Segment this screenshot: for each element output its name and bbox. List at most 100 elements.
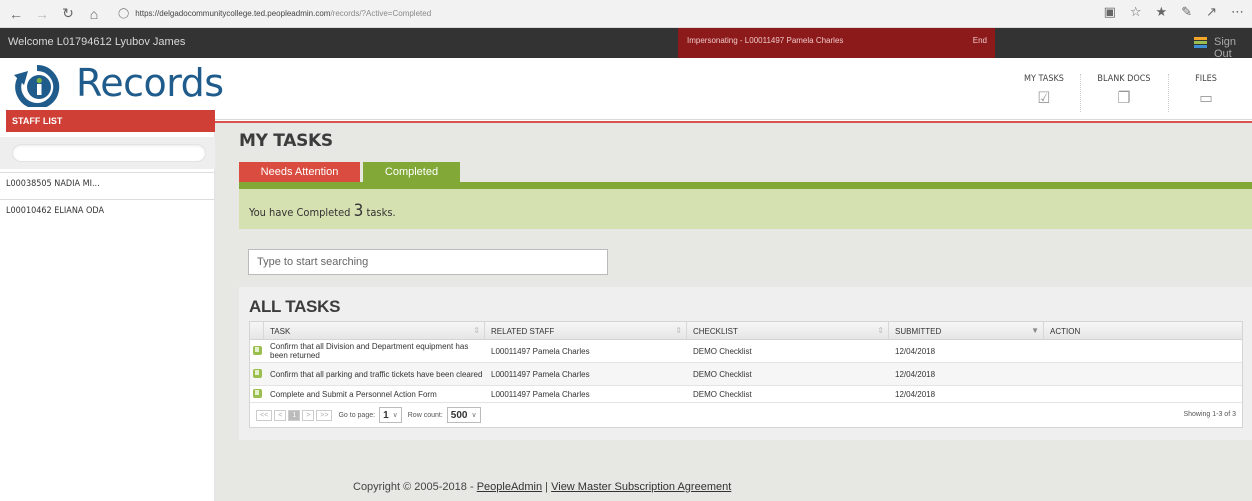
impersonating-text: Impersonating - L00011497 Pamela Charles [687,36,844,45]
checklist-name: DEMO Checklist [693,389,752,399]
reading-view-icon[interactable]: ▣ [1104,4,1116,20]
all-tasks-panel: ALL TASKS TASK ⇕ RELATED STAFF ⇕ CHECKLIST… [239,287,1252,440]
sort-icon: ⇕ [675,326,682,335]
chevron-down-icon: ∨ [392,412,398,419]
page-number-button[interactable]: 1 [288,409,301,421]
top-bar: Welcome L01794612 Lyubov James Impersona… [0,28,1252,60]
banner-prefix: You have Completed [249,206,354,219]
url-domain: https://delgadocommunitycollege.ted.peop… [135,9,331,18]
url-path: /records/?Active=Completed [330,9,432,18]
row-count-label: Row count: [407,411,443,419]
completed-banner: You have Completed 3 tasks. [239,189,1252,229]
staff-search-input[interactable] [12,144,206,162]
subscription-agreement-link[interactable]: View Master Subscription Agreement [551,481,731,493]
submitted-date: 12/04/2018 [895,369,936,379]
more-icon[interactable]: ⋯ [1231,4,1244,20]
nav-divider [1168,74,1169,112]
column-header-action: ACTION [1050,327,1081,336]
nav-divider [1080,74,1081,112]
documents-icon: ❐ [1117,88,1131,107]
nav-my-tasks-label: MY TASKS [1024,74,1064,84]
home-icon[interactable]: ⌂ [84,4,104,24]
checkbox-icon: ☑ [1037,88,1051,107]
nav-blank-docs-label: BLANK DOCS [1097,74,1151,84]
task-name[interactable]: Confirm that all Division and Department… [264,342,485,360]
sidebar: STAFF LIST L00038505 NADIA MI... L000104… [0,110,215,501]
nav-my-tasks[interactable]: MY TASKS ☑ [1018,74,1070,106]
showing-count: Showing 1-3 of 3 [1183,411,1236,418]
table-header: TASK ⇕ RELATED STAFF ⇕ CHECKLIST ⇕ SUBMITTE… [250,322,1242,340]
lock-icon: ◯ [118,8,130,19]
document-icon [253,388,262,398]
nav-blank-docs[interactable]: BLANK DOCS ❐ [1096,74,1152,106]
sort-icon: ⇕ [877,326,884,335]
table-row[interactable]: Confirm that all Division and Department… [250,340,1242,363]
chevron-down-icon: ∨ [471,412,477,419]
inbox-icon: ▭ [1199,88,1213,107]
browser-toolbar: ← → ↻ ⌂ ◯ https://delgadocommunitycolleg… [0,0,1252,28]
goto-page-select[interactable]: 1 ∨ [379,407,402,423]
favorite-star-icon[interactable]: ☆ [1130,4,1142,20]
task-name[interactable]: Confirm that all parking and traffic tic… [264,370,485,379]
peopleadmin-link[interactable]: PeopleAdmin [477,481,542,493]
task-search-input[interactable]: Type to start searching [248,249,608,275]
share-icon[interactable]: ↗ [1206,4,1217,20]
row-count-select[interactable]: 500 ∨ [446,407,481,423]
submitted-date: 12/04/2018 [895,389,936,399]
staff-list-item[interactable]: L00010462 ELIANA ODA [0,199,214,221]
column-header-submitted[interactable]: SUBMITTED ▼ [889,322,1044,339]
next-page-button[interactable]: > [302,409,315,421]
page-title: MY TASKS [239,131,333,151]
prev-page-button[interactable]: < [274,409,287,421]
impersonation-banner: Impersonating - L00011497 Pamela Charles… [678,28,995,58]
related-staff: L00011497 Pamela Charles [491,369,590,379]
tab-completed[interactable]: Completed [363,162,460,182]
footer: Copyright © 2005-2018 - PeopleAdmin | Vi… [353,481,731,493]
all-tasks-title: ALL TASKS [249,297,341,316]
nav-files[interactable]: FILES ▭ [1186,74,1226,106]
back-arrow-icon[interactable]: ← [6,4,26,24]
staff-list-item[interactable]: L00038505 NADIA MI... [0,172,214,194]
checklist-name: DEMO Checklist [693,369,752,379]
banner-suffix: tasks. [363,206,396,219]
nav-files-label: FILES [1195,74,1217,84]
address-bar[interactable]: ◯ https://delgadocommunitycollege.ted.pe… [118,8,431,19]
goto-page-label: Go to page: [338,411,376,419]
staff-list-header: STAFF LIST [6,110,215,132]
sort-desc-icon: ▼ [1031,326,1039,335]
welcome-text: Welcome L01794612 Lyubov James [8,36,186,48]
end-impersonation-link[interactable]: End [973,36,987,45]
tab-needs-attention[interactable]: Needs Attention [239,162,360,182]
submitted-date: 12/04/2018 [895,346,936,356]
refresh-icon[interactable]: ↻ [58,4,78,24]
forward-arrow-icon[interactable]: → [32,4,52,24]
pen-icon[interactable]: ✎ [1181,4,1192,20]
column-header-icon [250,322,264,339]
checklist-name: DEMO Checklist [693,346,752,356]
column-header-related-staff[interactable]: RELATED STAFF ⇕ [485,322,687,339]
task-name[interactable]: Complete and Submit a Personnel Action F… [264,390,485,399]
pagination: << < 1 > >> Go to page: 1 ∨ Row count: 50… [250,403,1242,427]
column-header-task[interactable]: TASK ⇕ [264,322,485,339]
footer-separator: | [542,481,552,493]
last-page-button[interactable]: >> [316,409,333,421]
copyright-text: Copyright © 2005-2018 - [353,481,477,493]
column-header-checklist[interactable]: CHECKLIST ⇕ [687,322,889,339]
tab-underline [239,182,1252,189]
sign-out-button[interactable]: Sign Out [1214,36,1252,60]
favorites-list-icon[interactable]: ★ [1156,4,1168,20]
table-row[interactable]: Complete and Submit a Personnel Action F… [250,386,1242,403]
tasks-table: TASK ⇕ RELATED STAFF ⇕ CHECKLIST ⇕ SUBMITTE… [249,321,1243,428]
related-staff: L00011497 Pamela Charles [491,346,590,356]
records-logo-icon[interactable] [12,65,62,107]
menu-icon[interactable] [1194,37,1207,48]
logo-text: Records [76,61,224,105]
related-staff: L00011497 Pamela Charles [491,389,590,399]
main-content: MY TASKS Needs Attention Completed You h… [215,123,1252,501]
document-icon [253,368,262,378]
table-row[interactable]: Confirm that all parking and traffic tic… [250,363,1242,386]
document-icon [253,345,262,355]
first-page-button[interactable]: << [256,409,273,421]
sort-icon: ⇕ [473,326,480,335]
completed-count: 3 [353,201,364,221]
